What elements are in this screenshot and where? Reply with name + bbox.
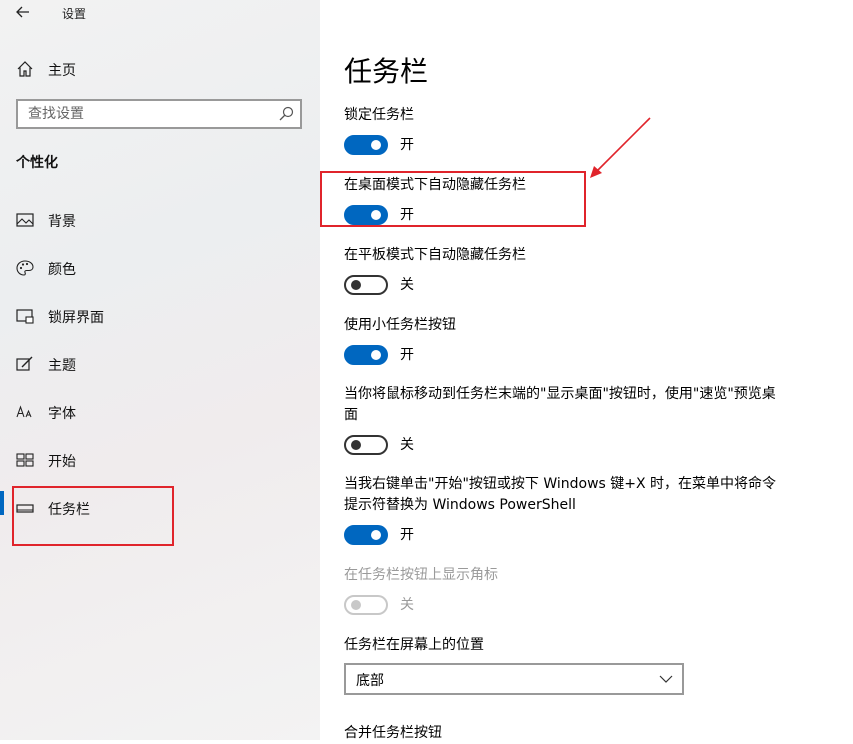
toggle-knob	[371, 140, 381, 150]
toggle-row-small-buttons: 开	[344, 345, 544, 367]
annotation-highlight-box	[12, 486, 174, 546]
sidebar-item-label: 颜色	[48, 262, 76, 278]
toggle-state-label: 开	[400, 137, 414, 153]
title-bar: 设置	[0, 0, 320, 26]
toggle-row-peek: 关	[344, 435, 544, 457]
annotation-arrow-icon	[590, 117, 651, 178]
annotation-highlight-box	[320, 171, 586, 227]
sidebar-item-home[interactable]: 主页	[0, 56, 320, 82]
sidebar-item-label: 字体	[48, 406, 76, 422]
sidebar-item-start[interactable]: 开始	[0, 446, 320, 476]
sidebar-item-background[interactable]: 背景	[0, 206, 320, 236]
search-icon[interactable]	[278, 106, 294, 122]
toggle-knob	[371, 530, 381, 540]
toggle-row-autohide-tablet: 关	[344, 275, 544, 297]
toggle-state-label: 开	[400, 347, 414, 363]
image-icon	[16, 213, 34, 227]
sidebar-item-label: 主题	[48, 358, 76, 374]
palette-icon	[16, 260, 34, 276]
setting-label-autohide-tablet: 在平板模式下自动隐藏任务栏	[344, 247, 526, 263]
toggle-row-powershell: 开	[344, 525, 544, 547]
position-dropdown[interactable]: 底部	[344, 663, 684, 695]
setting-label-peek: 当你将鼠标移动到任务栏末端的"显示桌面"按钮时，使用"速览"预览桌面	[344, 386, 776, 423]
toggle-switch[interactable]	[344, 345, 388, 365]
setting-label-badges: 在任务栏按钮上显示角标	[344, 567, 498, 583]
setting-label-position: 任务栏在屏幕上的位置	[344, 637, 484, 653]
search-box[interactable]	[16, 99, 302, 129]
toggle-knob	[351, 280, 361, 290]
sidebar-item-themes[interactable]: 主题	[0, 350, 320, 380]
search-input[interactable]	[18, 101, 268, 127]
selection-indicator	[0, 491, 4, 515]
toggle-state-label: 开	[400, 527, 414, 543]
home-icon	[17, 61, 33, 77]
sidebar: 设置 主页 个性化 背景 颜色 锁屏界面	[0, 0, 320, 740]
section-heading: 个性化	[16, 155, 58, 171]
sidebar-item-label: 主页	[48, 63, 76, 79]
lock-screen-icon	[16, 309, 34, 324]
setting-label-small-buttons: 使用小任务栏按钮	[344, 317, 456, 333]
dropdown-value: 底部	[356, 673, 384, 689]
toggle-switch[interactable]	[344, 135, 388, 155]
page-title: 任务栏	[344, 55, 429, 88]
setting-label-lock-taskbar: 锁定任务栏	[344, 107, 414, 123]
app-title: 设置	[62, 7, 87, 21]
sidebar-item-colors[interactable]: 颜色	[0, 254, 320, 284]
setting-label-combine: 合并任务栏按钮	[344, 725, 442, 741]
toggle-knob	[351, 600, 361, 610]
toggle-row-badges: 关	[344, 595, 544, 617]
toggle-knob	[371, 350, 381, 360]
chevron-down-icon	[659, 675, 673, 683]
toggle-switch[interactable]	[344, 435, 388, 455]
sidebar-item-lock-screen[interactable]: 锁屏界面	[0, 302, 320, 332]
back-button[interactable]	[12, 2, 34, 22]
sidebar-item-label: 锁屏界面	[48, 310, 104, 326]
toggle-knob	[351, 440, 361, 450]
sidebar-item-label: 背景	[48, 214, 76, 230]
back-arrow-icon	[16, 6, 29, 18]
toggle-switch[interactable]	[344, 275, 388, 295]
font-icon	[16, 405, 32, 418]
sidebar-item-fonts[interactable]: 字体	[0, 398, 320, 428]
brush-icon	[16, 356, 33, 371]
start-menu-icon	[16, 453, 34, 467]
toggle-switch[interactable]	[344, 525, 388, 545]
toggle-state-label: 关	[400, 437, 414, 453]
toggle-switch-disabled	[344, 595, 388, 615]
toggle-state-label: 关	[400, 277, 414, 293]
toggle-row-lock-taskbar: 开	[344, 135, 544, 157]
sidebar-item-label: 开始	[48, 454, 76, 470]
setting-label-powershell: 当我右键单击"开始"按钮或按下 Windows 键+X 时，在菜单中将命令提示符…	[344, 476, 777, 513]
toggle-state-label: 关	[400, 597, 414, 613]
